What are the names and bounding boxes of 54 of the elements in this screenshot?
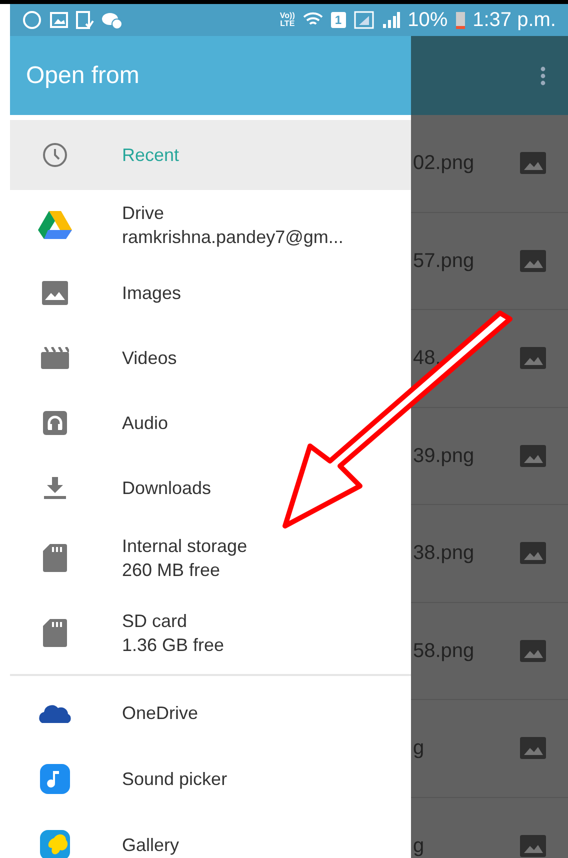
image-icon bbox=[520, 640, 546, 662]
item-subtitle: 1.36 GB free bbox=[122, 634, 224, 656]
signal-icon bbox=[382, 12, 400, 28]
clapperboard-icon bbox=[41, 346, 69, 368]
item-subtitle: ramkrishna.pandey7@gm... bbox=[122, 226, 344, 249]
item-label: SD card bbox=[122, 610, 188, 632]
music-note-icon bbox=[40, 764, 70, 794]
item-label: Drive bbox=[122, 202, 166, 225]
sd-card-icon bbox=[43, 618, 67, 646]
flower-icon bbox=[40, 830, 70, 858]
file-name: 39.png bbox=[413, 444, 476, 469]
signal-box-icon bbox=[354, 11, 374, 29]
file-name: g bbox=[413, 834, 426, 858]
battery-icon bbox=[456, 11, 465, 29]
item-label: Images bbox=[122, 282, 182, 304]
file-name: 02.png bbox=[413, 151, 476, 176]
item-label: Gallery bbox=[122, 834, 180, 857]
tablet-check-icon bbox=[76, 11, 94, 29]
clock-time: 1:37 p.m. bbox=[472, 8, 556, 33]
chat-bubble-icon bbox=[22, 10, 42, 30]
item-label: Sound picker bbox=[122, 768, 228, 791]
image-icon bbox=[520, 444, 546, 467]
item-label: Audio bbox=[122, 412, 168, 434]
clock-icon bbox=[42, 142, 68, 168]
triangle-logo-icon bbox=[38, 211, 72, 239]
download-icon bbox=[44, 476, 66, 498]
more-icon[interactable] bbox=[540, 66, 546, 86]
item-subtitle: 260 MB free bbox=[122, 558, 222, 582]
drawer-title: Open from bbox=[26, 60, 140, 90]
file-name: 58.png bbox=[413, 638, 476, 664]
item-label: Downloads bbox=[122, 476, 212, 500]
image-icon bbox=[520, 152, 546, 174]
file-name: 38.png bbox=[413, 541, 476, 566]
item-label: OneDrive bbox=[122, 702, 198, 725]
file-name: 48. bbox=[413, 346, 442, 372]
file-name: 57.png bbox=[413, 248, 476, 274]
file-name: g bbox=[413, 736, 426, 762]
item-label: Videos bbox=[122, 346, 177, 370]
image-icon bbox=[520, 834, 546, 857]
image-icon bbox=[520, 347, 546, 370]
image-icon bbox=[520, 542, 546, 564]
image-icon bbox=[520, 737, 546, 760]
item-label: Recent bbox=[122, 144, 180, 167]
battery-percent: 10% bbox=[408, 8, 448, 33]
chat-alert-icon bbox=[102, 11, 122, 29]
headphones-icon bbox=[43, 410, 67, 434]
cloud-icon bbox=[38, 703, 72, 723]
sim-badge: 1 bbox=[330, 12, 346, 28]
image-icon bbox=[50, 12, 68, 28]
image-icon bbox=[42, 280, 68, 304]
item-label: Internal storage bbox=[122, 534, 248, 558]
volte-label: Vo)) LTE bbox=[280, 12, 295, 28]
image-icon bbox=[520, 250, 546, 272]
sd-card-icon bbox=[43, 544, 67, 572]
